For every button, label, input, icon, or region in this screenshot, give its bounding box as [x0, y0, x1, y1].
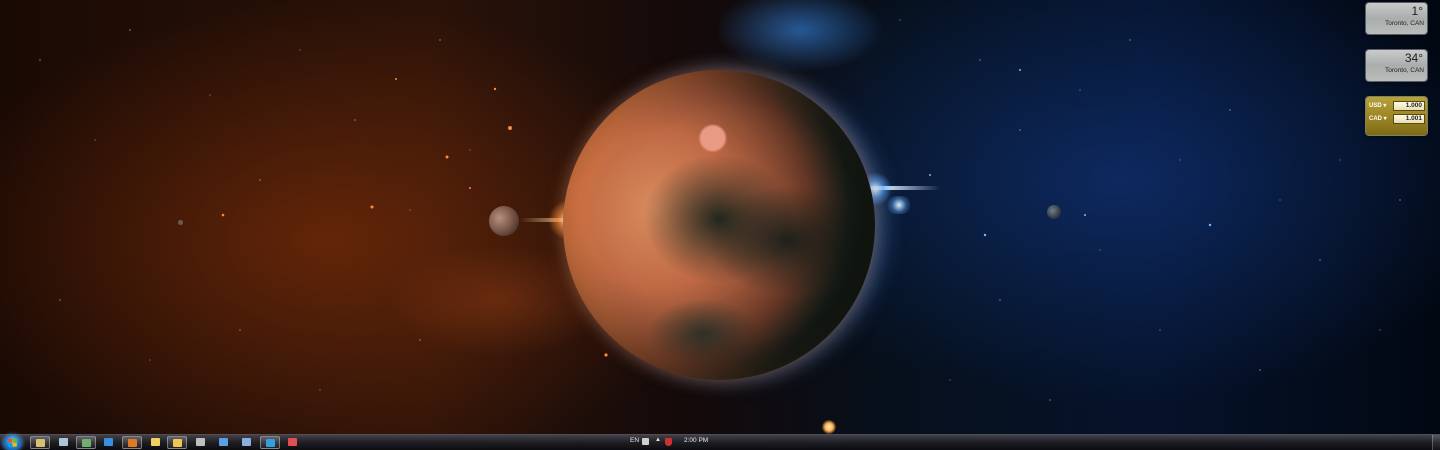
weather-gadget[interactable]: 34° Toronto, CAN: [1366, 50, 1427, 81]
taskbar-app-button[interactable]: [237, 436, 257, 449]
currency-row: CAD ▾ 1.001: [1369, 114, 1425, 125]
weather-gadget[interactable]: 1° Toronto, CAN: [1366, 3, 1427, 34]
taskbar-app-button[interactable]: [99, 436, 119, 449]
windows-start-orb-icon: [8, 439, 17, 447]
star-glow-right: [884, 196, 914, 214]
show-hidden-icons-arrow-icon[interactable]: ▲: [655, 437, 661, 443]
planet-wallpaper-image: [563, 70, 875, 380]
currency-code-dropdown[interactable]: USD ▾: [1369, 102, 1386, 109]
taskbar-app-button[interactable]: [214, 436, 234, 449]
weather-location: Toronto, CAN: [1384, 20, 1424, 27]
folder-icon: [173, 439, 182, 447]
taskbar-app-button[interactable]: [260, 436, 280, 449]
taskbar-app-button[interactable]: [191, 436, 211, 449]
remote-desktop-icon: [242, 438, 251, 446]
firefox-icon: [128, 439, 137, 447]
moon-tiny: [178, 220, 183, 225]
show-desktop-button[interactable]: [1432, 435, 1440, 450]
start-button[interactable]: [3, 435, 22, 450]
app-icon: [196, 438, 205, 446]
moon-left: [489, 206, 519, 236]
currency-gadget[interactable]: USD ▾ 1.000 CAD ▾ 1.001: [1366, 97, 1427, 135]
currency-row: USD ▾ 1.000: [1369, 101, 1425, 112]
app-icon: [219, 438, 228, 446]
weather-temperature: 1°: [1411, 4, 1423, 18]
taskbar-app-button[interactable]: [54, 436, 74, 449]
taskbar-app-button[interactable]: [30, 436, 50, 449]
desktop: 1° Toronto, CAN 34° Toronto, CAN USD ▾ 1…: [0, 0, 1440, 450]
moon-right: [1047, 205, 1061, 219]
internet-explorer-icon: [104, 438, 113, 446]
clock[interactable]: 2:00 PM: [684, 437, 708, 444]
taskbar: EN ▲ 2:00 PM: [0, 434, 1440, 450]
skype-icon: [266, 439, 275, 447]
taskbar-app-button[interactable]: [283, 436, 303, 449]
currency-code-dropdown[interactable]: CAD ▾: [1369, 115, 1387, 122]
windows-explorer-icon: [36, 439, 45, 447]
currency-value-input[interactable]: 1.001: [1393, 114, 1425, 124]
security-shield-icon[interactable]: [665, 438, 672, 446]
currency-value-input[interactable]: 1.000: [1393, 101, 1425, 111]
taskbar-app-button[interactable]: [76, 436, 96, 449]
keyboard-icon[interactable]: [642, 438, 649, 445]
star-bottom: [822, 420, 836, 434]
app-icon: [288, 438, 297, 446]
taskbar-app-button[interactable]: [167, 436, 187, 449]
taskbar-app-button[interactable]: [122, 436, 142, 449]
network-map-icon: [82, 439, 91, 447]
language-indicator[interactable]: EN: [630, 437, 639, 444]
sticky-notes-icon: [151, 438, 160, 446]
taskbar-app-button[interactable]: [146, 436, 166, 449]
weather-location: Toronto, CAN: [1384, 67, 1424, 74]
app-icon: [59, 438, 68, 446]
weather-temperature: 34°: [1404, 51, 1423, 65]
